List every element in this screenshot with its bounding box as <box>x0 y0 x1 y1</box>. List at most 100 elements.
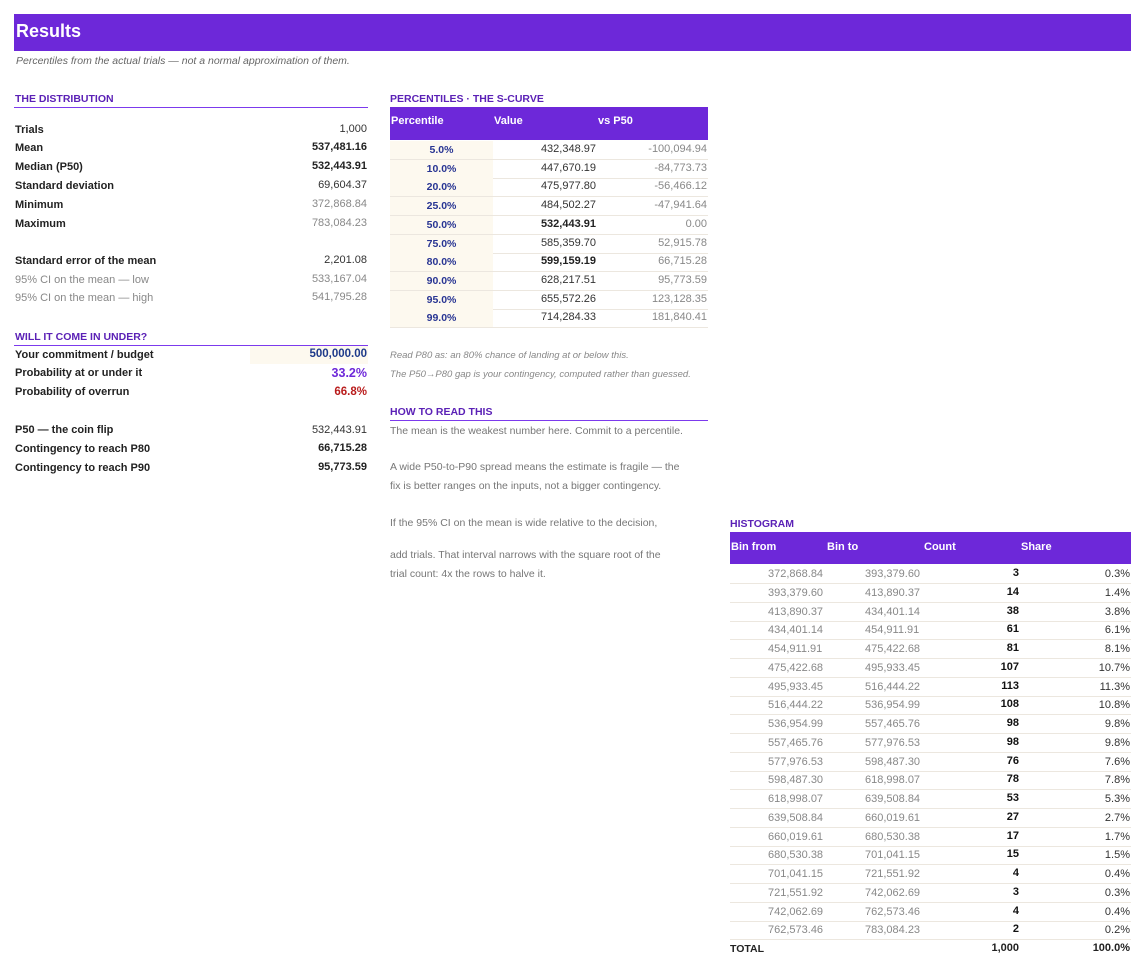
hist-bin-from: 434,401.14 <box>768 624 824 637</box>
histogram-total-share: 100.0% <box>1092 942 1130 954</box>
row-divider <box>730 883 1131 884</box>
prob-under-value: 33.2% <box>331 366 367 380</box>
percentile-vs-p50: -56,466.12 <box>654 180 707 193</box>
percentile-label[interactable]: 99.0% <box>390 312 493 324</box>
commitment-value[interactable]: 500,000.00 <box>250 348 367 360</box>
hist-share: 7.8% <box>1104 774 1130 787</box>
percentile-value: 432,348.97 <box>540 143 596 155</box>
howto-line-3b: add trials. That interval narrows with t… <box>390 549 661 561</box>
col-value: Value <box>494 115 523 127</box>
row-divider <box>730 789 1131 791</box>
hist-bin-from: 598,487.30 <box>768 774 824 787</box>
hist-bin-from: 393,379.60 <box>768 586 824 599</box>
hist-share: 2.7% <box>1104 811 1130 824</box>
se-label: 95% CI on the mean — low <box>15 274 149 286</box>
dist-label: Median (P50) <box>15 161 83 173</box>
hist-bin-to: 598,487.30 <box>865 755 921 768</box>
se-value: 533,167.04 <box>311 273 367 285</box>
percentile-value: 475,977.80 <box>540 180 596 193</box>
hist-bin-to: 618,998.07 <box>865 774 921 787</box>
hist-count: 53 <box>1006 792 1019 804</box>
prob-over-value: 66.8% <box>334 386 367 398</box>
row-divider <box>390 327 708 329</box>
dist-value: 69,604.37 <box>318 179 367 191</box>
row-divider <box>730 639 1131 641</box>
prob-over-label: Probability of overrun <box>15 386 130 398</box>
hist-count: 3 <box>1012 885 1019 898</box>
howto-line-2b: fix is better ranges on the inputs, not … <box>390 480 662 492</box>
row-divider <box>730 901 1131 903</box>
dist-label: Standard deviation <box>15 180 115 192</box>
se-label: Standard error of the mean <box>15 255 157 267</box>
hist-count: 76 <box>1006 754 1019 767</box>
hist-bin-to: 783,084.23 <box>865 924 921 937</box>
hist-bin-to: 516,444.22 <box>865 680 921 693</box>
hist-bin-from: 639,508.84 <box>768 811 824 824</box>
hist-bin-to: 680,530.38 <box>865 830 921 843</box>
histogram-header: Bin from Bin to Count Share <box>730 532 1131 564</box>
hist-bin-from: 618,998.07 <box>768 793 824 805</box>
row-divider <box>730 733 1131 734</box>
percentile-label[interactable]: 50.0% <box>390 219 493 231</box>
row-divider <box>730 620 1131 622</box>
row-divider <box>730 939 1131 941</box>
percentile-label[interactable]: 5.0% <box>390 144 493 156</box>
dist-value: 532,443.91 <box>311 160 367 172</box>
percentile-vs-p50: 123,128.35 <box>651 292 707 305</box>
distribution-rule <box>14 107 368 108</box>
col-count: Count <box>924 541 956 553</box>
percentile-vs-p50: 181,840.41 <box>651 311 707 324</box>
percentile-label[interactable]: 80.0% <box>390 256 493 268</box>
howto-line-2a: A wide P50-to-P90 spread means the estim… <box>390 461 680 473</box>
row-divider <box>730 770 1131 772</box>
hist-count: 3 <box>1012 567 1019 579</box>
results-banner: Results <box>14 14 1131 51</box>
hist-share: 1.4% <box>1104 586 1130 599</box>
hist-share: 3.8% <box>1104 605 1130 618</box>
percentile-label[interactable]: 95.0% <box>390 294 493 306</box>
hist-bin-from: 660,019.61 <box>768 830 824 843</box>
hist-count: 27 <box>1006 810 1019 823</box>
hist-bin-to: 536,954.99 <box>865 699 921 712</box>
hist-bin-to: 495,933.45 <box>865 661 921 674</box>
p50-label: P50 — the coin flip <box>15 424 114 436</box>
hist-bin-to: 434,401.14 <box>865 605 921 618</box>
hist-share: 0.2% <box>1104 924 1130 937</box>
hist-bin-to: 639,508.84 <box>865 793 921 805</box>
hist-bin-from: 721,551.92 <box>768 886 824 899</box>
hist-bin-to: 393,379.60 <box>865 568 921 580</box>
hist-bin-to: 701,041.15 <box>865 849 921 862</box>
col-bin-to: Bin to <box>827 541 859 553</box>
row-divider <box>730 751 1131 753</box>
percentile-label[interactable]: 10.0% <box>390 163 493 175</box>
percentile-label[interactable]: 90.0% <box>390 275 493 287</box>
hist-count: 81 <box>1006 642 1019 654</box>
percentile-vs-p50: 0.00 <box>685 217 707 230</box>
histogram-total-count: 1,000 <box>991 942 1019 954</box>
hist-bin-to: 557,465.76 <box>865 718 921 730</box>
hist-bin-to: 475,422.68 <box>865 643 921 655</box>
hist-bin-to: 413,890.37 <box>865 586 921 599</box>
dist-label: Minimum <box>15 199 64 211</box>
hist-share: 10.7% <box>1098 661 1130 674</box>
percentile-label[interactable]: 20.0% <box>390 181 493 193</box>
hist-bin-from: 762,573.46 <box>768 924 824 937</box>
howto-rule <box>390 420 708 421</box>
hist-share: 9.8% <box>1104 718 1130 730</box>
row-divider <box>730 714 1131 716</box>
percentiles-note-1: Read P80 as: an 80% chance of landing at… <box>390 350 629 361</box>
hist-share: 5.3% <box>1104 793 1130 805</box>
p80-label: Contingency to reach P80 <box>15 443 151 455</box>
percentile-label[interactable]: 75.0% <box>390 238 493 250</box>
percentile-label[interactable]: 25.0% <box>390 200 493 212</box>
prob-under-label: Probability at or under it <box>15 367 143 379</box>
distribution-heading: THE DISTRIBUTION <box>15 93 114 105</box>
hist-count: 113 <box>1001 679 1019 692</box>
percentile-value: 599,159.19 <box>540 255 596 268</box>
hist-bin-to: 762,573.46 <box>865 905 921 918</box>
col-bin-from: Bin from <box>731 541 777 553</box>
howto-line-3c: trial count: 4x the rows to halve it. <box>390 568 546 580</box>
percentiles-heading: PERCENTILES · THE S-CURVE <box>390 93 544 105</box>
hist-share: 10.8% <box>1098 699 1130 712</box>
howto-line-1: The mean is the weakest number here. Com… <box>390 425 683 437</box>
